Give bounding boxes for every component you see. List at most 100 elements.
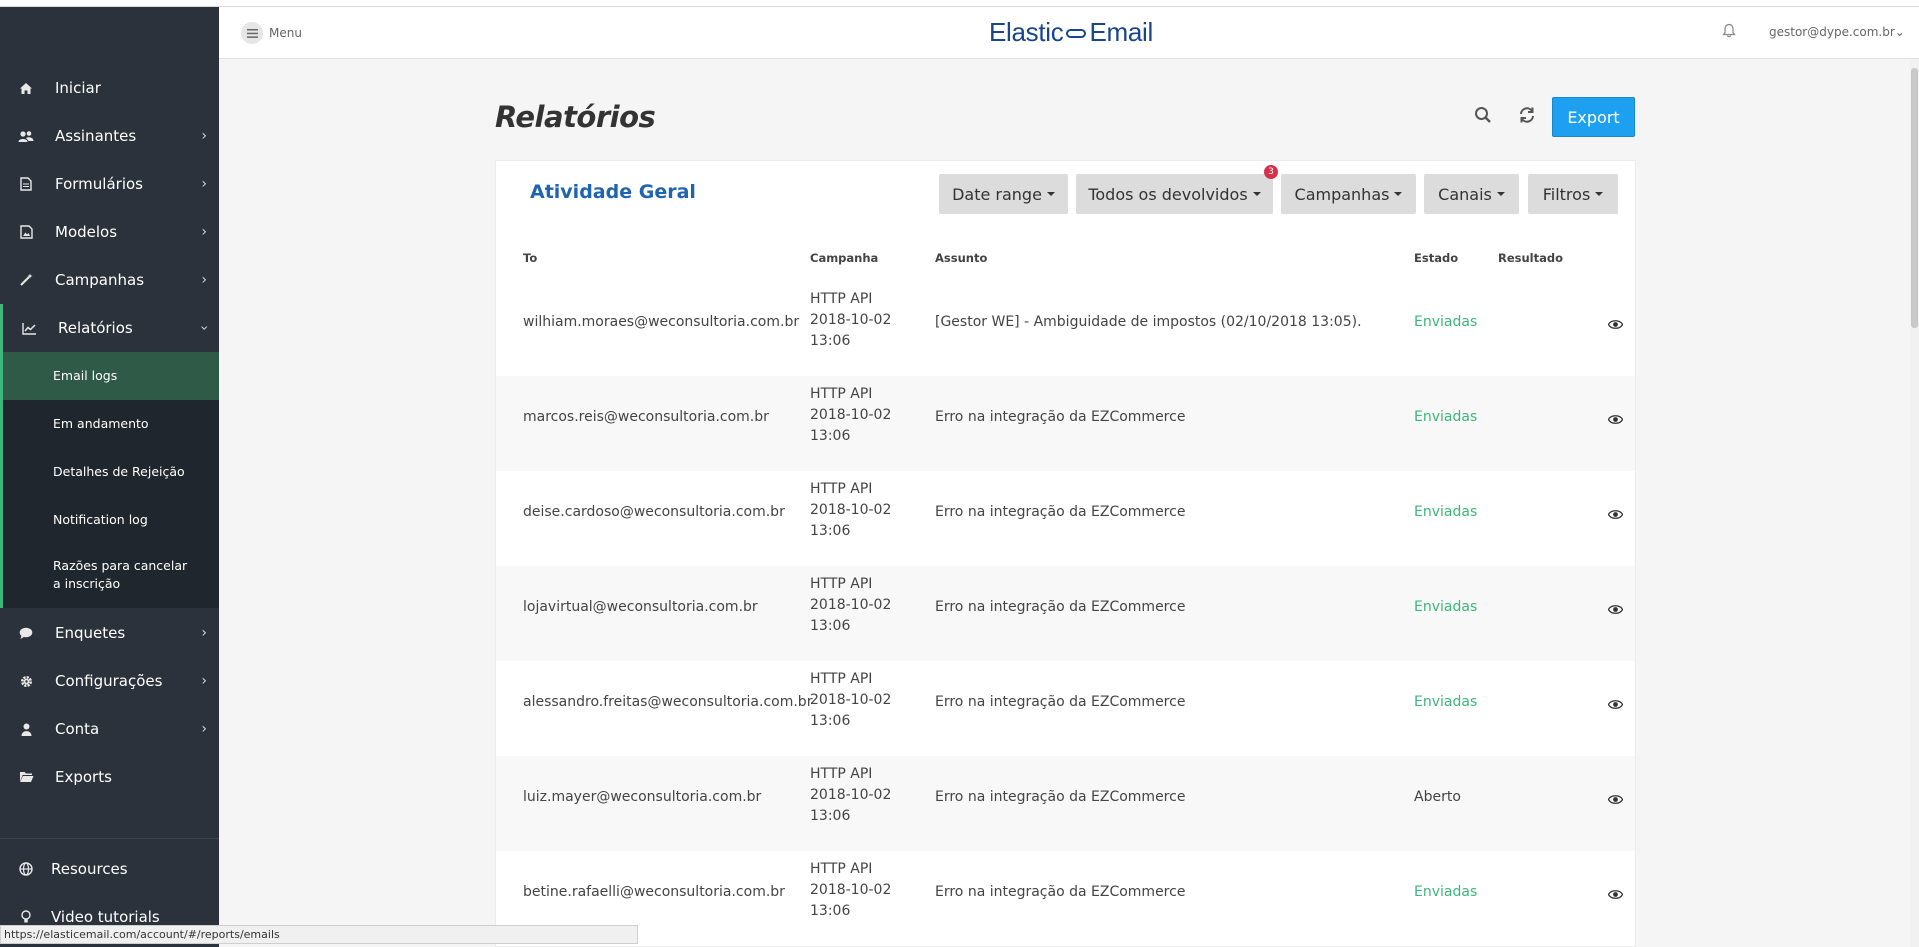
recipient-email: lojavirtual@weconsultoria.com.br bbox=[523, 599, 758, 615]
campaign-time: 13:06 bbox=[810, 903, 851, 919]
sidebar-subitem-email-logs[interactable]: Email logs bbox=[3, 352, 219, 400]
user-menu[interactable]: gestor@dype.com.br⌄ bbox=[1769, 25, 1905, 39]
status-badge: Enviadas bbox=[1414, 409, 1478, 425]
dropdown-label: Todos os devolvidos bbox=[1088, 184, 1248, 204]
card-title: Atividade Geral bbox=[530, 181, 696, 203]
dropdown-label: Date range bbox=[952, 184, 1042, 204]
caret-down-icon bbox=[1046, 192, 1055, 196]
sidebar-subitem-em-andamento[interactable]: Em andamento bbox=[3, 400, 219, 448]
campaign-date: 2018-10-02 bbox=[810, 597, 892, 613]
bell-icon[interactable] bbox=[1722, 23, 1736, 42]
page-title: Relatórios bbox=[495, 100, 656, 134]
elastic-email-logo[interactable]: Elastic Email bbox=[989, 17, 1153, 48]
sidebar-item-assinantes[interactable]: Assinantes › bbox=[0, 112, 219, 160]
refresh-icon[interactable] bbox=[1518, 106, 1536, 128]
chevron-right-icon: › bbox=[201, 128, 207, 144]
subject-cell: Erro na integração da EZCommerce bbox=[935, 694, 1186, 710]
column-header-result[interactable]: Resultado bbox=[1498, 251, 1563, 265]
sidebar-item-modelos[interactable]: Modelos › bbox=[0, 208, 219, 256]
campaign-cell: HTTP API 2018-10-02 13:06 bbox=[810, 384, 891, 447]
page-scrollbar-thumb[interactable] bbox=[1911, 68, 1918, 328]
chart-icon bbox=[21, 320, 37, 336]
column-header-subject[interactable]: Assunto bbox=[935, 251, 987, 265]
browser-top-strip bbox=[0, 0, 1919, 7]
sidebar-item-exports[interactable]: Exports bbox=[0, 753, 219, 801]
sidebar-item-label: Enquetes bbox=[55, 624, 126, 642]
sidebar-item-resources[interactable]: Resources bbox=[0, 845, 219, 893]
sidebar-item-formularios[interactable]: Formulários › bbox=[0, 160, 219, 208]
table-row[interactable]: luiz.mayer@weconsultoria.com.br HTTP API… bbox=[496, 756, 1635, 851]
eye-icon[interactable] bbox=[1607, 885, 1624, 904]
campaign-time: 13:06 bbox=[810, 618, 851, 634]
reports-submenu: Email logs Em andamento Detalhes de Reje… bbox=[0, 352, 219, 608]
home-icon bbox=[18, 80, 34, 96]
sidebar-item-configuracoes[interactable]: Configurações › bbox=[0, 657, 219, 705]
link-icon bbox=[1066, 29, 1087, 38]
sidebar-divider bbox=[0, 838, 219, 839]
sidebar-item-iniciar[interactable]: Iniciar bbox=[0, 64, 219, 112]
campaign-time: 13:06 bbox=[810, 428, 851, 444]
chevron-right-icon: › bbox=[201, 272, 207, 288]
table-row[interactable]: lojavirtual@weconsultoria.com.br HTTP AP… bbox=[496, 566, 1635, 661]
campaign-name: HTTP API bbox=[810, 291, 873, 307]
search-icon[interactable] bbox=[1474, 106, 1492, 128]
eye-icon[interactable] bbox=[1607, 695, 1624, 714]
column-header-to[interactable]: To bbox=[523, 251, 537, 265]
menu-button[interactable]: Menu bbox=[241, 22, 302, 44]
subject-cell: Erro na integração da EZCommerce bbox=[935, 409, 1186, 425]
caret-down-icon bbox=[1252, 192, 1261, 196]
sidebar-item-relatorios[interactable]: Relatórios › bbox=[0, 304, 219, 352]
chevron-right-icon: › bbox=[201, 176, 207, 192]
eye-icon[interactable] bbox=[1607, 790, 1624, 809]
subject-cell: Erro na integração da EZCommerce bbox=[935, 789, 1186, 805]
export-button[interactable]: Export bbox=[1552, 97, 1635, 137]
column-header-status[interactable]: Estado bbox=[1414, 251, 1458, 265]
campaign-cell: HTTP API 2018-10-02 13:06 bbox=[810, 479, 891, 542]
caret-down-icon bbox=[1394, 192, 1403, 196]
wand-icon bbox=[18, 272, 34, 288]
recipient-email: wilhiam.moraes@weconsultoria.com.br bbox=[523, 314, 800, 330]
status-badge: Aberto bbox=[1414, 789, 1461, 805]
table-row[interactable]: alessandro.freitas@weconsultoria.com.br … bbox=[496, 661, 1635, 756]
subject-cell: [Gestor WE] - Ambiguidade de impostos (0… bbox=[935, 314, 1362, 330]
campaign-date: 2018-10-02 bbox=[810, 882, 892, 898]
sidebar-subitem-razoes-cancelar[interactable]: Razões para cancelar a inscrição bbox=[3, 544, 219, 606]
subitem-label: Notification log bbox=[53, 512, 148, 527]
eye-icon[interactable] bbox=[1607, 505, 1624, 524]
sidebar-item-label: Exports bbox=[55, 768, 112, 786]
campaigns-dropdown[interactable]: Campanhas bbox=[1281, 174, 1416, 214]
bounced-dropdown[interactable]: Todos os devolvidos bbox=[1076, 174, 1273, 214]
table-row[interactable]: marcos.reis@weconsultoria.com.br HTTP AP… bbox=[496, 376, 1635, 471]
sidebar-subitem-detalhes-rejeicao[interactable]: Detalhes de Rejeição bbox=[3, 448, 219, 496]
status-badge: Enviadas bbox=[1414, 694, 1478, 710]
menu-label: Menu bbox=[269, 26, 302, 40]
eye-icon[interactable] bbox=[1607, 600, 1624, 619]
sidebar-item-label: Conta bbox=[55, 720, 100, 738]
campaign-name: HTTP API bbox=[810, 576, 873, 592]
chevron-down-icon: ⌄ bbox=[1894, 25, 1905, 39]
date-range-dropdown[interactable]: Date range bbox=[939, 174, 1068, 214]
filters-dropdown[interactable]: Filtros bbox=[1528, 174, 1618, 214]
chevron-right-icon: › bbox=[201, 224, 207, 240]
channels-dropdown[interactable]: Canais bbox=[1424, 174, 1519, 214]
chevron-right-icon: › bbox=[201, 721, 207, 737]
status-badge: Enviadas bbox=[1414, 314, 1478, 330]
sidebar-item-label: Assinantes bbox=[55, 127, 137, 145]
eye-icon[interactable] bbox=[1607, 315, 1624, 334]
campaign-cell: HTTP API 2018-10-02 13:06 bbox=[810, 859, 891, 922]
table-row[interactable]: betine.rafaelli@weconsultoria.com.br HTT… bbox=[496, 851, 1635, 946]
sidebar-item-label: Video tutorials bbox=[51, 908, 160, 926]
sidebar-item-conta[interactable]: Conta › bbox=[0, 705, 219, 753]
table-row[interactable]: wilhiam.moraes@weconsultoria.com.br HTTP… bbox=[496, 281, 1635, 376]
table-row[interactable]: deise.cardoso@weconsultoria.com.br HTTP … bbox=[496, 471, 1635, 566]
sidebar-subitem-notification-log[interactable]: Notification log bbox=[3, 496, 219, 544]
user-email: gestor@dype.com.br bbox=[1769, 25, 1895, 39]
sidebar-item-enquetes[interactable]: Enquetes › bbox=[0, 609, 219, 657]
sidebar: Iniciar Assinantes › Formulários › Model… bbox=[0, 7, 219, 947]
sidebar-item-label: Modelos bbox=[55, 223, 118, 241]
sidebar-item-label: Iniciar bbox=[55, 79, 101, 97]
sidebar-item-campanhas[interactable]: Campanhas › bbox=[0, 256, 219, 304]
recipient-email: luiz.mayer@weconsultoria.com.br bbox=[523, 789, 762, 805]
eye-icon[interactable] bbox=[1607, 410, 1624, 429]
column-header-campaign[interactable]: Campanha bbox=[810, 251, 878, 265]
